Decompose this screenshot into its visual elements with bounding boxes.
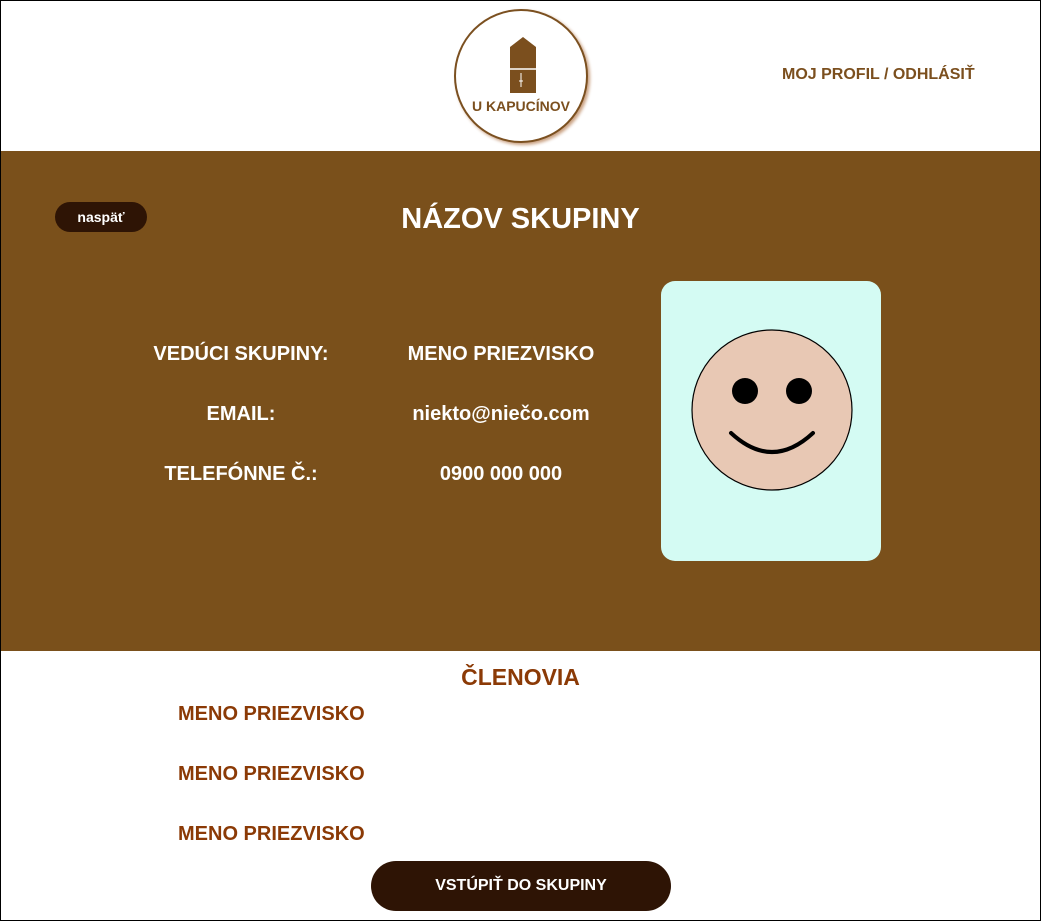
- phone-label: TELEFÓNNE Č.:: [164, 463, 318, 485]
- leader-label: VEDÚCI SKUPINY:: [153, 343, 329, 365]
- member-item[interactable]: MENO PRIEZVISKO: [178, 823, 365, 846]
- members-title: ČLENOVIA: [461, 664, 580, 690]
- member-item[interactable]: MENO PRIEZVISKO: [178, 763, 365, 786]
- group-title: NÁZOV SKUPINY: [401, 203, 640, 235]
- page: U KAPUCÍNOV MOJ PROFIL / ODHLÁSIŤ naspäť…: [0, 0, 1041, 921]
- email-value[interactable]: niekto@niečo.com: [371, 403, 631, 426]
- member-item[interactable]: MENO PRIEZVISKO: [178, 703, 365, 726]
- email-label: EMAIL:: [206, 403, 276, 425]
- smiley-face-icon: [691, 329, 853, 491]
- logo-text: U KAPUCÍNOV: [471, 98, 570, 114]
- group-panel: naspäť NÁZOV SKUPINY VEDÚCI SKUPINY: MEN…: [1, 151, 1040, 651]
- profile-logout-link[interactable]: MOJ PROFIL / ODHLÁSIŤ: [782, 66, 975, 84]
- join-group-button[interactable]: VSTÚPIŤ DO SKUPINY: [371, 861, 671, 911]
- house-icon: [510, 37, 536, 93]
- leader-photo: [661, 281, 881, 561]
- leader-value: MENO PRIEZVISKO: [407, 343, 595, 365]
- phone-value: 0900 000 000: [439, 463, 563, 485]
- logo[interactable]: U KAPUCÍNOV: [454, 9, 588, 143]
